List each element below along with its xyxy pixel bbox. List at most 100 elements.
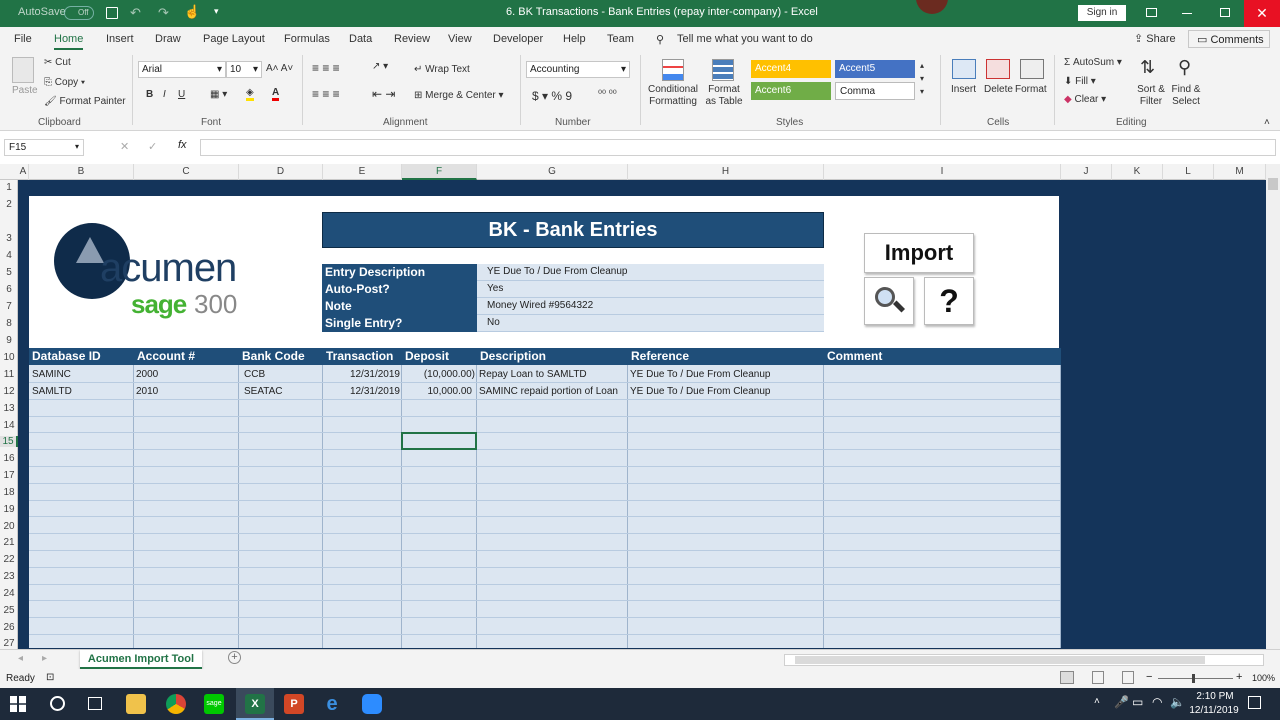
autosum-button[interactable]: Σ AutoSum ▾ — [1064, 57, 1122, 68]
zoom-level[interactable]: 100% — [1252, 673, 1275, 683]
selected-cell[interactable] — [401, 432, 477, 450]
undo-icon[interactable]: ↶ — [130, 5, 141, 21]
tab-file[interactable]: File — [14, 33, 32, 45]
column-header[interactable]: J — [1061, 164, 1112, 180]
style-comma[interactable]: Comma — [835, 82, 915, 100]
row-header[interactable]: 2 — [0, 199, 18, 210]
fill-button[interactable]: ⬇ Fill ▾ — [1064, 76, 1096, 87]
volume-icon[interactable]: 🔈 — [1170, 695, 1185, 709]
vertical-scrollbar[interactable] — [1266, 164, 1280, 649]
row-header[interactable]: 6 — [0, 284, 18, 295]
format-button[interactable]: Format — [1015, 84, 1047, 95]
row-header[interactable]: 13 — [0, 403, 18, 414]
sign-in-button[interactable]: Sign in — [1078, 5, 1126, 21]
tell-me-search[interactable]: Tell me what you want to do — [677, 33, 813, 45]
row-header[interactable]: 16 — [0, 453, 18, 464]
conditional-formatting-icon[interactable] — [662, 59, 684, 81]
edge-icon[interactable]: e — [322, 694, 342, 714]
maximize-icon[interactable] — [1220, 8, 1230, 17]
format-cells-icon[interactable] — [1020, 59, 1044, 79]
delete-button[interactable]: Delete — [984, 84, 1013, 95]
table-cell[interactable]: SAMINC — [32, 367, 71, 383]
tab-scroll-right-icon[interactable]: ▸ — [42, 653, 47, 664]
currency-icon[interactable]: $ ▾ % 9 — [532, 89, 572, 103]
formula-input[interactable] — [200, 139, 1276, 156]
style-accent5[interactable]: Accent5 — [835, 60, 915, 78]
horizontal-scroll-thumb[interactable] — [795, 656, 1205, 664]
scroll-thumb[interactable] — [1268, 178, 1278, 190]
row-header[interactable]: 18 — [0, 487, 18, 498]
tab-developer[interactable]: Developer — [493, 33, 543, 45]
row-header[interactable]: 15 — [0, 436, 18, 447]
wifi-icon[interactable]: ◠ — [1152, 695, 1162, 709]
column-header[interactable]: F — [402, 164, 477, 180]
chrome-icon[interactable] — [166, 694, 186, 714]
grid-column[interactable] — [628, 365, 824, 648]
row-header[interactable]: 8 — [0, 318, 18, 329]
tab-data[interactable]: Data — [349, 33, 372, 45]
tab-review[interactable]: Review — [394, 33, 430, 45]
grid-column[interactable] — [239, 365, 323, 648]
table-cell[interactable]: YE Due To / Due From Cleanup — [630, 367, 770, 383]
minimize-icon[interactable] — [1182, 13, 1192, 14]
row-header[interactable]: 23 — [0, 571, 18, 582]
cortana-icon[interactable] — [50, 696, 65, 711]
align-top-icon[interactable]: ≡ ≡ ≡ — [312, 61, 340, 75]
redo-icon[interactable]: ↷ — [158, 5, 169, 21]
horizontal-scrollbar[interactable] — [784, 654, 1264, 666]
sage-app-icon[interactable]: sage — [204, 694, 224, 714]
copy-button[interactable]: ⎘ Copy ▾ — [44, 77, 85, 88]
fill-color-icon[interactable]: ◈ — [246, 87, 254, 101]
grid-column[interactable] — [323, 365, 402, 648]
tab-formulas[interactable]: Formulas — [284, 33, 330, 45]
zoom-slider-thumb[interactable] — [1192, 674, 1195, 683]
font-name-dropdown[interactable]: Arial ▾ — [138, 61, 226, 78]
ribbon-display-icon[interactable] — [1146, 8, 1157, 17]
row-header[interactable]: 7 — [0, 301, 18, 312]
windows-start-icon[interactable] — [10, 696, 26, 712]
field-value-single-entry[interactable]: No — [477, 315, 824, 332]
row-header[interactable]: 24 — [0, 588, 18, 599]
grid-column[interactable] — [29, 365, 134, 648]
format-painter-button[interactable]: 🖌 Format Painter — [44, 96, 126, 107]
font-grow-icon[interactable]: A˄ A˅ — [266, 63, 293, 74]
comments-button[interactable]: ▭ Comments — [1188, 30, 1270, 48]
row-header[interactable]: 17 — [0, 470, 18, 481]
row-header[interactable]: 11 — [0, 369, 18, 380]
import-button[interactable]: Import — [864, 233, 974, 273]
table-cell[interactable]: SAMINC repaid portion of Loan — [479, 384, 627, 400]
column-header[interactable]: B — [29, 164, 134, 180]
customize-qat-icon[interactable]: ▾ — [214, 6, 219, 17]
paste-button[interactable]: Paste — [12, 85, 38, 96]
help-button[interactable]: ? — [924, 277, 974, 325]
add-sheet-icon[interactable]: + — [228, 651, 241, 664]
notification-icon[interactable] — [1248, 696, 1261, 709]
insert-cells-icon[interactable] — [952, 59, 976, 79]
autosave-toggle[interactable]: Off — [64, 6, 94, 20]
tab-team[interactable]: Team — [607, 33, 634, 45]
microphone-icon[interactable]: 🎤 — [1114, 695, 1129, 709]
tab-scroll-left-icon[interactable]: ◂ — [18, 653, 23, 664]
tab-view[interactable]: View — [448, 33, 472, 45]
column-header[interactable]: L — [1163, 164, 1214, 180]
table-cell[interactable]: CCB — [244, 367, 265, 383]
field-value-note[interactable]: Money Wired #9564322 — [477, 298, 824, 315]
task-view-icon[interactable] — [88, 697, 102, 710]
powerpoint-icon[interactable]: P — [284, 694, 304, 714]
table-cell[interactable]: Repay Loan to SAMLTD — [479, 367, 627, 383]
underline-button[interactable]: U — [178, 89, 185, 100]
grid-column[interactable] — [134, 365, 239, 648]
column-header[interactable]: A — [18, 164, 29, 180]
row-header[interactable]: 9 — [0, 335, 18, 346]
name-box[interactable]: F15 ▾ — [4, 139, 84, 156]
share-button[interactable]: ⇪ Share — [1134, 32, 1176, 45]
indent-icon[interactable]: ⇤ ⇥ — [372, 87, 395, 101]
row-header[interactable]: 21 — [0, 537, 18, 548]
row-header[interactable]: 22 — [0, 554, 18, 565]
style-accent6[interactable]: Accent6 — [751, 82, 831, 100]
grid-column[interactable] — [402, 365, 477, 648]
clock-date[interactable]: 12/11/2019 — [1188, 705, 1240, 716]
borders-icon[interactable]: ▦ ▾ — [210, 89, 227, 100]
decimal-icon[interactable]: ⁰⁰ ⁰⁰ — [598, 89, 617, 100]
page-layout-view-icon[interactable] — [1092, 671, 1104, 684]
